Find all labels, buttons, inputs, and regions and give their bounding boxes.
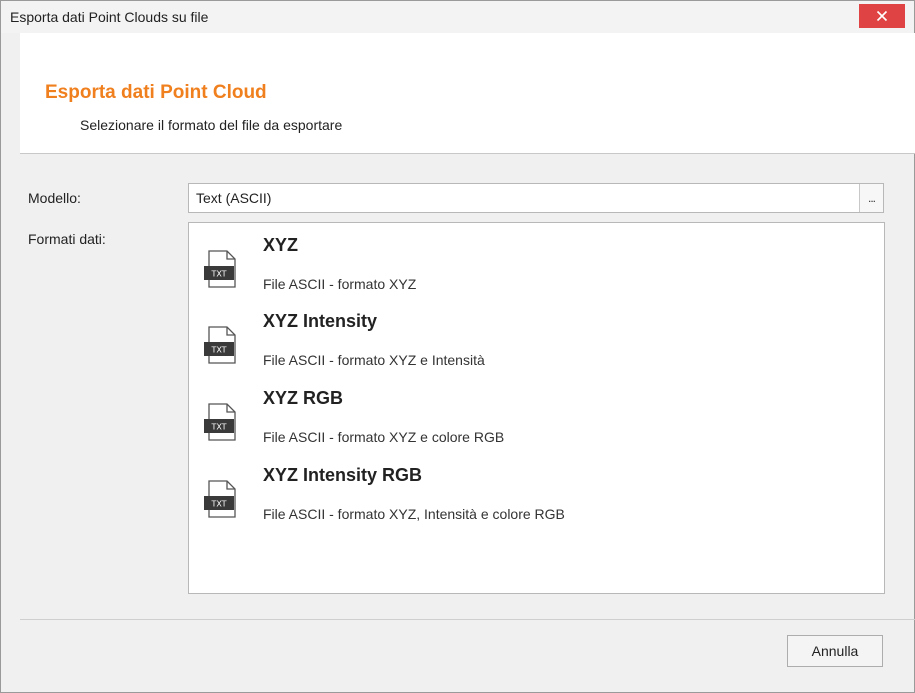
icon-label: TXT xyxy=(210,346,226,355)
window-title: Esporta dati Point Clouds su file xyxy=(10,9,209,25)
txt-file-icon: TXT xyxy=(204,403,236,441)
formats-label: Formati dati: xyxy=(28,231,106,247)
format-name: XYZ Intensity xyxy=(263,311,378,331)
model-label: Modello: xyxy=(28,190,81,206)
format-description: File ASCII - formato XYZ e colore RGB xyxy=(263,429,505,445)
model-value: Text (ASCII) xyxy=(196,190,272,206)
format-item-xyz-intensity-rgb[interactable]: TXT XYZ Intensity RGB File ASCII - forma… xyxy=(189,457,884,533)
close-button[interactable] xyxy=(859,4,905,28)
format-name: XYZ xyxy=(263,235,299,255)
footer-divider xyxy=(20,619,915,620)
model-field[interactable]: Text (ASCII) ... xyxy=(188,183,884,213)
title-bar: Esporta dati Point Clouds su file xyxy=(1,1,914,33)
txt-file-icon: TXT xyxy=(204,480,236,518)
format-item-xyz[interactable]: TXT XYZ File ASCII - formato XYZ xyxy=(189,227,884,303)
close-icon xyxy=(876,10,888,22)
icon-label: TXT xyxy=(210,423,226,432)
txt-file-icon: TXT xyxy=(204,326,236,364)
header-panel: Esporta dati Point Cloud Selezionare il … xyxy=(20,33,915,154)
page-title: Esporta dati Point Cloud xyxy=(45,82,267,103)
format-description: File ASCII - formato XYZ, Intensità e co… xyxy=(263,506,565,522)
format-item-xyz-intensity[interactable]: TXT XYZ Intensity File ASCII - formato X… xyxy=(189,303,884,379)
format-description: File ASCII - formato XYZ e Intensità xyxy=(263,352,485,368)
icon-label: TXT xyxy=(210,500,226,509)
browse-button[interactable]: ... xyxy=(859,184,883,212)
export-dialog: Esporta dati Point Clouds su file Esport… xyxy=(0,0,915,693)
format-name: XYZ RGB xyxy=(263,388,344,408)
format-description: File ASCII - formato XYZ xyxy=(263,276,417,292)
icon-label: TXT xyxy=(210,270,226,279)
format-item-xyz-rgb[interactable]: TXT XYZ RGB File ASCII - formato XYZ e c… xyxy=(189,380,884,456)
format-name: XYZ Intensity RGB xyxy=(263,465,423,485)
cancel-button[interactable]: Annulla xyxy=(787,635,883,667)
txt-file-icon: TXT xyxy=(204,250,236,288)
formats-list[interactable]: TXT XYZ File ASCII - formato XYZ TXT XYZ… xyxy=(188,222,885,594)
page-subtitle: Selezionare il formato del file da espor… xyxy=(80,117,343,133)
